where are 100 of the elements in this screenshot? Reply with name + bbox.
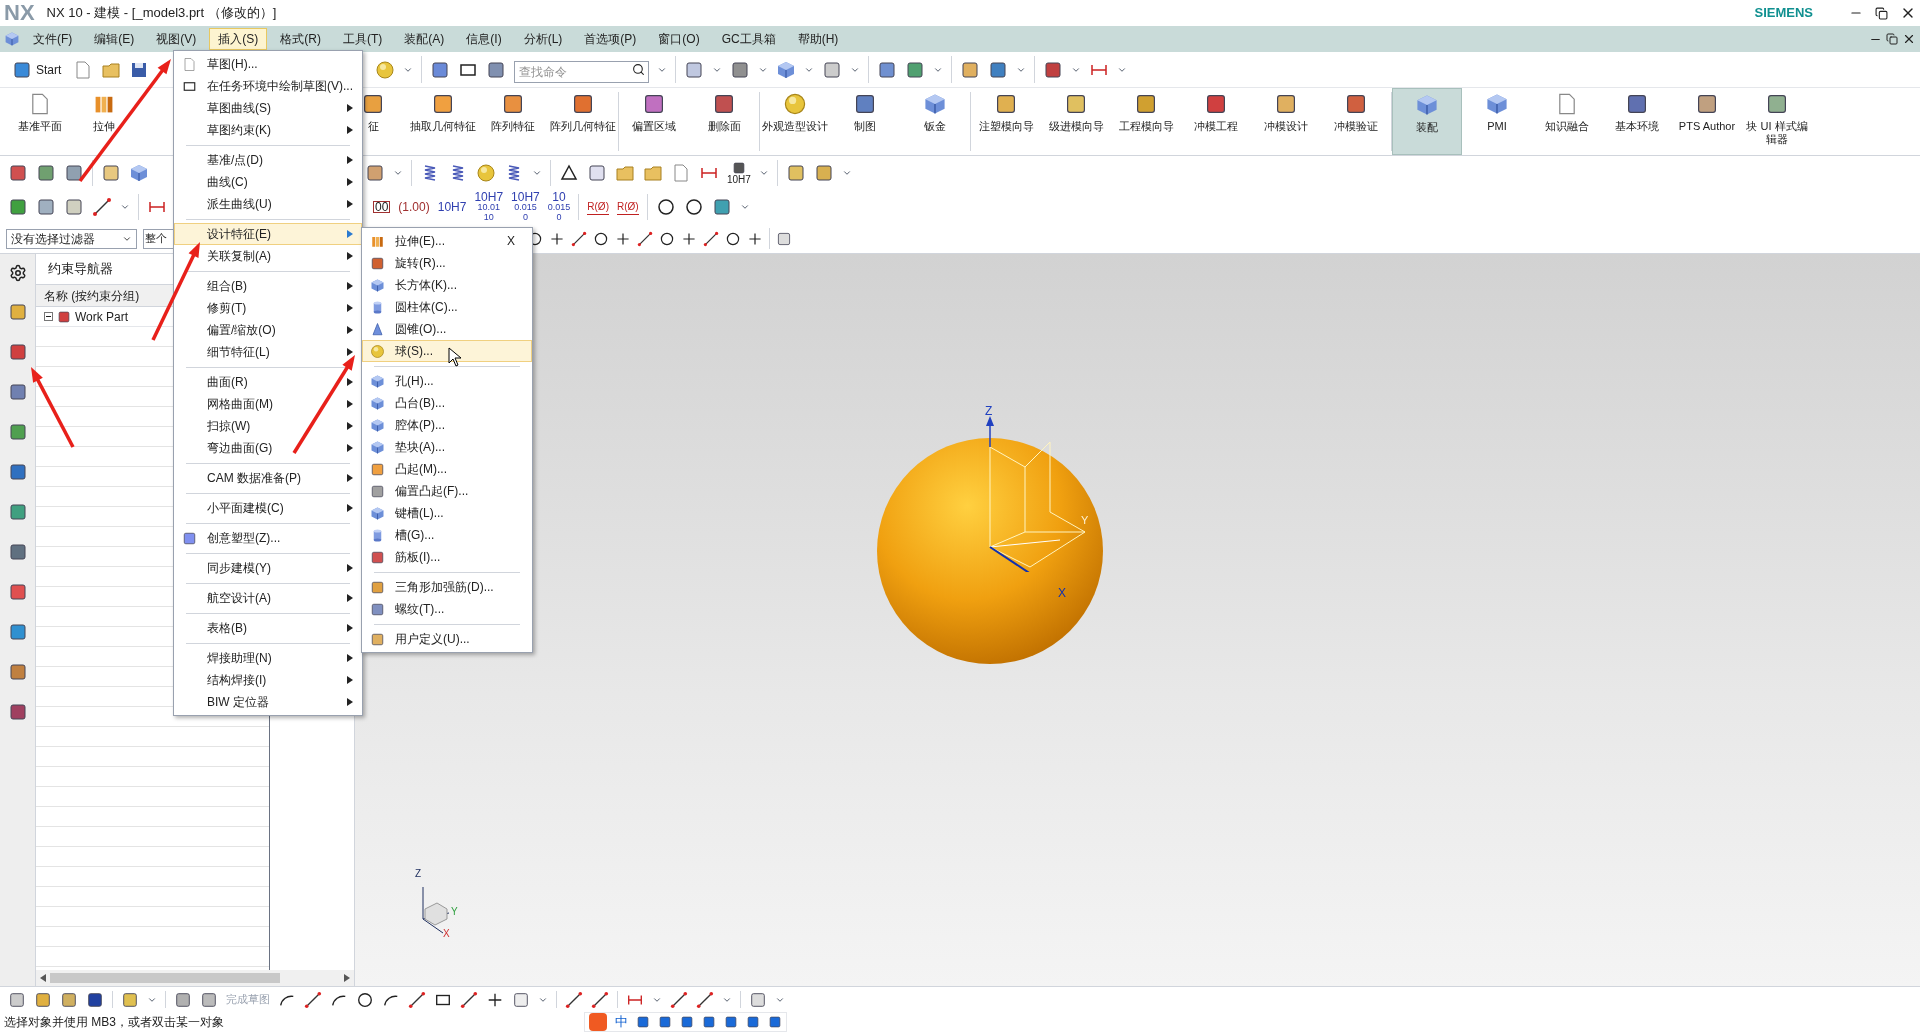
ribbon-button[interactable]: 工程模向导 [1111,88,1181,155]
menu-item[interactable]: 弯边曲面(G) [174,437,362,459]
menu-item[interactable]: 草图约束(K) [174,119,362,141]
menu-item[interactable]: 文件(F) [24,28,82,50]
menu-item[interactable]: 工具(T) [334,28,392,50]
radius-dimension-button[interactable]: R(Ø) [617,199,639,215]
menu-item[interactable]: 筋板(I)... [362,546,532,568]
menu-item[interactable]: 帮助(H) [788,28,848,50]
app-icon[interactable] [4,31,20,47]
menu-item[interactable]: 键槽(L)... [362,502,532,524]
menu-item[interactable]: 拉伸(E)... X [362,230,532,252]
menu-item[interactable]: 旋转(R)... [362,252,532,274]
ribbon-button[interactable]: 级进模向导 [1041,88,1111,155]
circle-icon[interactable] [356,990,374,1009]
ribbon-button[interactable]: 装配 [1392,88,1462,155]
ribbon-button[interactable]: 知识融合 [1532,88,1602,155]
scroll-right-icon[interactable] [344,974,350,982]
search-icon[interactable] [632,62,646,76]
menu-item[interactable]: 设计特征(E) [174,223,362,245]
ribbon-button[interactable]: 块 UI 样式编辑器 [1742,88,1812,155]
menu-item[interactable]: 细节特征(L) [174,341,362,363]
menu-item[interactable]: 垫块(A)... [362,436,532,458]
dimension-style-button[interactable]: (1.00) [398,202,430,212]
menu-item[interactable]: 首选项(P) [575,28,646,50]
cube-icon[interactable] [776,59,797,80]
ribbon-button[interactable]: 拉伸 [72,88,136,155]
menu-item[interactable]: 草图(H)... [174,53,362,75]
menu-item[interactable]: BIW 定位器 [174,691,362,713]
ribbon-button[interactable]: 制图 [830,88,900,155]
menu-item[interactable]: 视图(V) [147,28,206,50]
ribbon-button[interactable]: 偏置区域 [619,88,689,155]
command-search-field[interactable]: 查找命令 [514,60,650,83]
ribbon-button[interactable]: PMI [1462,88,1532,155]
menu-item[interactable]: 窗口(O) [649,28,709,50]
dimension-style-button[interactable]: 10H7 0.015 0 [511,192,540,222]
menu-item[interactable]: 球(S)... [362,340,532,362]
menu-item[interactable]: 圆锥(O)... [362,318,532,340]
menu-item[interactable]: 结构焊接(I) [174,669,362,691]
menu-item[interactable]: 插入(S) [209,28,268,50]
ribbon-button[interactable]: 阵列特征 [478,88,548,155]
dimension-style-button[interactable]: 10 0.015 0 [547,192,571,222]
ribbon-button[interactable]: 冲模设计 [1251,88,1321,155]
menu-item[interactable]: 派生曲线(U) [174,193,362,215]
triangle-icon[interactable] [559,163,579,183]
ribbon-button[interactable]: PTS Author [1672,88,1742,155]
ribbon-button[interactable]: 基准平面 [8,88,72,155]
menu-item[interactable]: 焊接助理(N) [174,647,362,669]
menu-item[interactable]: 曲线(C) [174,171,362,193]
menu-item[interactable]: 三角形加强筋(D)... [362,576,532,598]
dimension-style-button[interactable]: 00 [373,201,391,213]
ribbon-button[interactable]: 抽取几何特征 [408,88,478,155]
menu-item[interactable]: 基准/点(D) [174,149,362,171]
menu-item[interactable]: 表格(B) [174,617,362,639]
menu-item[interactable]: GC工具箱 [712,28,785,50]
menu-item[interactable]: 草图曲线(S) [174,97,362,119]
dropdown-caret-icon[interactable] [120,202,130,212]
dimension-style-button[interactable]: 10H7 10.01 10 [474,192,504,222]
menu-item[interactable]: 信息(I) [457,28,511,50]
menu-item[interactable]: 用户定义(U)... [362,628,532,650]
ribbon-button[interactable]: 外观造型设计 [760,88,830,155]
diameter-icon[interactable] [683,197,704,217]
diameter-icon[interactable] [655,197,676,217]
ribbon-button[interactable]: 阵列几何特征 [548,88,618,155]
radius-dimension-button[interactable]: R(Ø) [587,199,609,215]
menu-item[interactable]: 扫掠(W) [174,415,362,437]
ribbon-button[interactable]: 删除面 [689,88,759,155]
ribbon-button[interactable]: 基本环境 [1602,88,1672,155]
restore-icon[interactable] [1875,6,1888,20]
dropdown-caret-icon[interactable] [393,168,403,178]
menu-item[interactable]: 在任务环境中绘制草图(V)... [174,75,362,97]
menu-item[interactable]: 航空设计(A) [174,587,362,609]
menu-item[interactable]: 孔(H)... [362,370,532,392]
ribbon-button[interactable]: 注塑模向导 [971,88,1041,155]
menu-item[interactable]: 偏置/缩放(O) [174,319,362,341]
dropdown-caret-icon[interactable] [841,168,852,178]
dropdown-caret-icon[interactable] [532,168,542,178]
menu-item[interactable]: 装配(A) [395,28,454,50]
menu-item[interactable]: 槽(G)... [362,524,532,546]
menu-item[interactable]: CAM 数据准备(P) [174,467,362,489]
ribbon-button[interactable]: 冲模工程 [1181,88,1251,155]
menu-item[interactable]: 关联复制(A) [174,245,362,267]
sphere-icon[interactable] [375,59,396,80]
line-icon[interactable] [304,990,322,1009]
menu-item[interactable]: 创意塑型(Z)... [174,527,362,549]
dropdown-caret-icon[interactable] [739,202,750,212]
horizontal-scrollbar[interactable] [36,970,354,986]
dropdown-caret-icon[interactable] [758,168,769,178]
menu-item[interactable]: 螺纹(T)... [362,598,532,620]
menu-item[interactable]: 偏置凸起(F)... [362,480,532,502]
collapse-icon[interactable] [44,312,53,321]
menu-item[interactable]: 腔体(P)... [362,414,532,436]
start-button[interactable]: Start [8,59,66,80]
ribbon-button[interactable]: 冲模验证 [1321,88,1391,155]
menu-item[interactable]: 凸台(B)... [362,392,532,414]
menu-item[interactable]: 曲面(R) [174,371,362,393]
menu-item[interactable]: 凸起(M)... [362,458,532,480]
menu-item[interactable]: 小平面建模(C) [174,497,362,519]
menu-item[interactable]: 编辑(E) [85,28,144,50]
menu-item[interactable]: 同步建模(Y) [174,557,362,579]
settings-icon[interactable] [8,264,27,282]
